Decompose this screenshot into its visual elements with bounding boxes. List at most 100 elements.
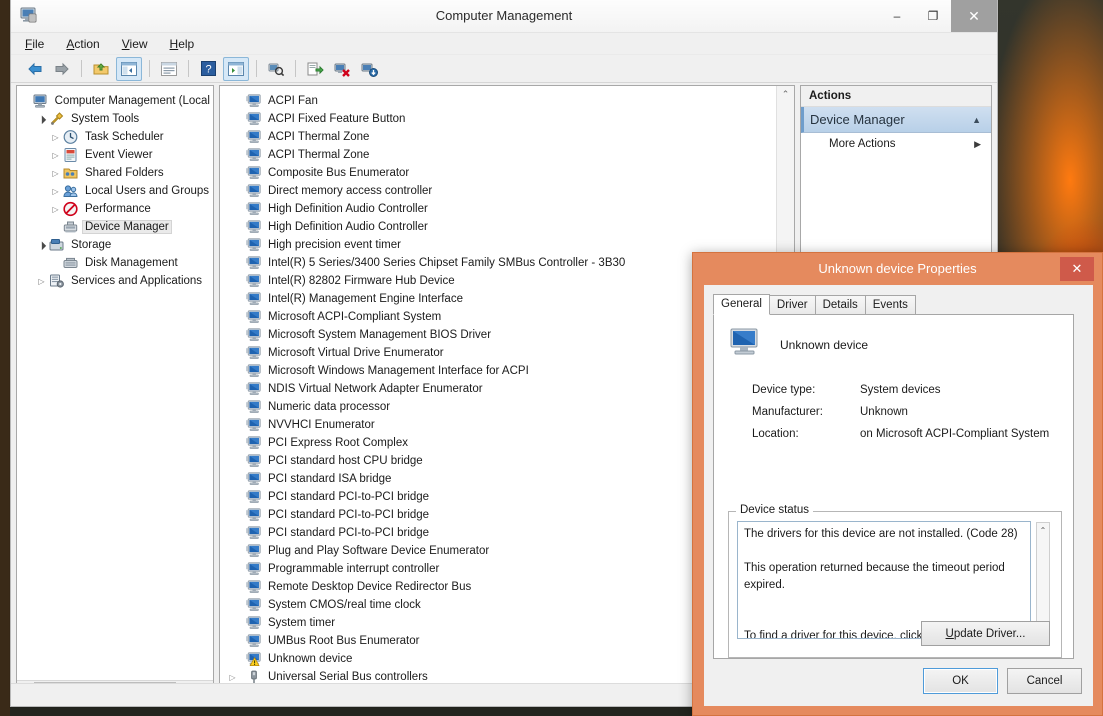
tree-item-shared-folders[interactable]: ▷Shared Folders xyxy=(21,164,213,182)
menu-file[interactable]: File xyxy=(25,37,44,51)
usb-icon xyxy=(246,670,262,684)
menu-action[interactable]: Action xyxy=(66,37,99,51)
device-list-item-label: Intel(R) Management Engine Interface xyxy=(268,293,463,305)
device-list-item[interactable]: ACPI Fan xyxy=(220,92,794,110)
uninstall-device-icon[interactable] xyxy=(330,58,354,80)
system-tools-icon xyxy=(48,111,65,127)
device-list-item-label: NVVHCI Enumerator xyxy=(268,419,375,431)
system-device-icon xyxy=(246,580,262,594)
scroll-up-arrow[interactable]: ⌃ xyxy=(1037,523,1049,537)
device-properties: Device type:System devicesManufacturer:U… xyxy=(714,384,1073,440)
tree-item-local-users-and-groups[interactable]: ▷Local Users and Groups xyxy=(21,182,213,200)
property-value: System devices xyxy=(860,384,941,396)
forward-icon[interactable] xyxy=(50,58,74,80)
maximize-button[interactable]: ❐ xyxy=(915,0,951,32)
toolbar-separator xyxy=(256,60,257,77)
properties-icon[interactable] xyxy=(157,58,181,80)
storage-icon xyxy=(48,237,65,253)
device-status-group: Device status The drivers for this devic… xyxy=(728,511,1060,656)
tree-item-storage[interactable]: ◢ Storage xyxy=(21,236,213,254)
help-icon[interactable]: ? xyxy=(196,58,220,80)
scan-for-hardware-changes-icon[interactable] xyxy=(264,58,288,80)
tree-item-label: Storage xyxy=(68,239,114,251)
device-list-item-label: ACPI Thermal Zone xyxy=(268,131,369,143)
property-key: Manufacturer: xyxy=(714,406,860,418)
expand-arrow-closed-icon[interactable]: ▷ xyxy=(49,133,62,142)
expand-arrow-closed-icon[interactable]: ▷ xyxy=(49,205,62,214)
update-driver-icon[interactable] xyxy=(303,58,327,80)
action-item-more-actions[interactable]: More Actions ▶ xyxy=(801,133,991,155)
device-list-item-label: PCI standard PCI-to-PCI bridge xyxy=(268,509,429,521)
expand-arrow-closed-icon[interactable]: ▷ xyxy=(49,151,62,160)
menubar: File Action View Help xyxy=(11,33,997,55)
close-button[interactable]: ✕ xyxy=(951,0,997,32)
device-list-item-label: Direct memory access controller xyxy=(268,185,432,197)
chevron-up-icon[interactable]: ▲ xyxy=(972,115,981,125)
menu-view[interactable]: View xyxy=(122,37,148,51)
device-status-line xyxy=(744,543,1024,560)
expand-arrow-closed-icon[interactable]: ▷ xyxy=(49,169,62,178)
device-list-item[interactable]: High Definition Audio Controller xyxy=(220,200,794,218)
device-list-item[interactable]: ACPI Thermal Zone xyxy=(220,146,794,164)
cancel-button[interactable]: Cancel xyxy=(1007,668,1082,694)
tree-item-task-scheduler[interactable]: ▷Task Scheduler xyxy=(21,128,213,146)
disk-management-icon xyxy=(62,255,79,271)
tree-item-performance[interactable]: ▷Performance xyxy=(21,200,213,218)
device-list-item-label: PCI standard ISA bridge xyxy=(268,473,391,485)
device-header: Unknown device xyxy=(714,315,1073,362)
device-list-item[interactable]: High Definition Audio Controller xyxy=(220,218,794,236)
device-list-item-label: ACPI Thermal Zone xyxy=(268,149,369,161)
expand-arrow-closed-icon[interactable]: ▷ xyxy=(35,277,48,286)
system-device-icon xyxy=(246,166,262,180)
device-list-item[interactable]: Direct memory access controller xyxy=(220,182,794,200)
device-list-item-label: High precision event timer xyxy=(268,239,401,251)
device-list-item-label: Universal Serial Bus controllers xyxy=(268,671,428,683)
system-device-icon xyxy=(246,598,262,612)
tree-item-computer-management-local[interactable]: Computer Management (Local xyxy=(21,92,213,110)
scroll-up-arrow[interactable]: ⌃ xyxy=(777,86,794,103)
tree-item-event-viewer[interactable]: ▷Event Viewer xyxy=(21,146,213,164)
dialog-title: Unknown device Properties xyxy=(693,261,1102,276)
tree-item-device-manager[interactable]: Device Manager xyxy=(21,218,213,236)
device-manager-icon xyxy=(62,219,79,235)
chevron-right-icon[interactable]: ▶ xyxy=(974,139,981,150)
expand-arrow-closed-icon[interactable]: ▷ xyxy=(49,187,62,196)
window-title: Computer Management xyxy=(11,8,997,23)
minimize-button[interactable]: – xyxy=(879,0,915,32)
actions-group-device-manager[interactable]: Device Manager ▲ xyxy=(801,107,991,133)
tree-item-disk-management[interactable]: Disk Management xyxy=(21,254,213,272)
show-hide-action-pane-icon[interactable] xyxy=(223,57,249,81)
tab-details[interactable]: Details xyxy=(815,295,866,315)
tab-events[interactable]: Events xyxy=(865,295,916,315)
system-device-icon xyxy=(246,634,262,648)
device-list-item-label: PCI standard host CPU bridge xyxy=(268,455,423,467)
show-hide-console-tree-icon[interactable] xyxy=(116,57,142,81)
device-list-item[interactable]: ACPI Fixed Feature Button xyxy=(220,110,794,128)
device-list-item[interactable]: Composite Bus Enumerator xyxy=(220,164,794,182)
tree-item-label: Services and Applications xyxy=(68,275,205,287)
device-list-item-label: PCI standard PCI-to-PCI bridge xyxy=(268,491,429,503)
device-list-item[interactable]: ACPI Thermal Zone xyxy=(220,128,794,146)
disable-device-icon[interactable] xyxy=(357,58,381,80)
property-row: Manufacturer:Unknown xyxy=(714,406,1073,418)
expand-arrow-open-icon[interactable]: ◢ xyxy=(34,237,50,253)
tree-item-system-tools[interactable]: ◢System Tools xyxy=(21,110,213,128)
ok-button[interactable]: OK xyxy=(923,668,998,694)
desktop-left-edge xyxy=(0,0,10,716)
dialog-close-button[interactable]: ✕ xyxy=(1060,257,1094,281)
back-icon[interactable] xyxy=(23,58,47,80)
tab-driver[interactable]: Driver xyxy=(769,295,816,315)
update-driver-button[interactable]: Update Driver... xyxy=(921,621,1050,646)
expand-arrow-closed-icon[interactable]: ▷ xyxy=(226,673,239,682)
expand-arrow-open-icon[interactable]: ◢ xyxy=(34,111,50,127)
device-status-line: The drivers for this device are not inst… xyxy=(744,526,1024,543)
device-list-item-label: PCI standard PCI-to-PCI bridge xyxy=(268,527,429,539)
up-folder-icon[interactable] xyxy=(89,58,113,80)
system-device-icon xyxy=(246,364,262,378)
menu-help[interactable]: Help xyxy=(170,37,195,51)
system-device-icon xyxy=(246,400,262,414)
device-list-item-label: System CMOS/real time clock xyxy=(268,599,421,611)
tree-item-services-and-applications[interactable]: ▷ Services and Applications xyxy=(21,272,213,290)
tab-general[interactable]: General xyxy=(713,294,770,315)
action-item-label: More Actions xyxy=(829,138,895,150)
